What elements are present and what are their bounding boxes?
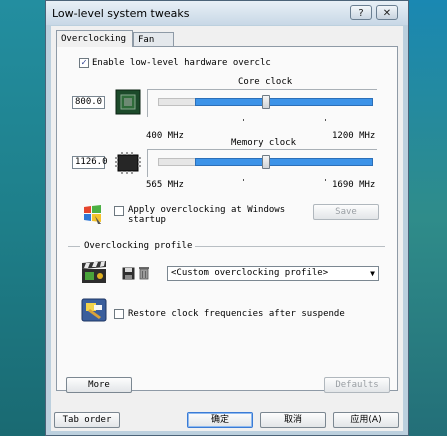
defaults-button[interactable]: Defaults — [324, 377, 390, 393]
save-button[interactable]: Save — [313, 204, 379, 220]
cancel-button[interactable]: 取消 — [260, 412, 326, 428]
more-button[interactable]: More — [66, 377, 132, 393]
enable-overclocking-label: Enable low-level hardware overclc — [92, 58, 271, 68]
profile-select-value: <Custom overclocking profile> — [171, 268, 329, 278]
apply-button[interactable]: 应用(A) — [333, 412, 399, 428]
memory-clock-value[interactable]: 1126.0 — [72, 156, 108, 169]
profile-group-line-right — [195, 246, 385, 247]
core-clock-min: 400 MHz — [146, 131, 184, 141]
enable-overclocking-checkbox[interactable]: ✓ — [79, 58, 89, 68]
close-button[interactable]: ✕ — [376, 5, 398, 20]
core-clock-max: 1200 MHz — [332, 131, 376, 141]
memory-clock-min: 565 MHz — [146, 180, 184, 190]
windows-logo-icon — [81, 202, 105, 229]
dialog-client-area: Overclocking Fan ✓ Enable low-level hard… — [51, 26, 403, 431]
tab-overclocking[interactable]: Overclocking — [56, 30, 133, 47]
profile-select[interactable]: <Custom overclocking profile> ▼ — [167, 266, 379, 281]
desktop-background-right — [408, 0, 447, 436]
profile-group-line-left — [68, 246, 80, 247]
memory-clock-title: Memory clock — [231, 138, 297, 148]
core-tick — [325, 119, 326, 121]
apply-at-startup-checkbox[interactable] — [114, 206, 124, 216]
suspend-restore-icon — [81, 297, 107, 326]
ok-button[interactable]: 确定 — [187, 412, 253, 428]
core-clock-track-fill — [195, 98, 373, 106]
profile-section-title: Overclocking profile — [84, 241, 193, 251]
memory-chip-icon — [115, 150, 141, 176]
core-tick — [243, 119, 244, 121]
save-profile-icon[interactable] — [122, 267, 135, 283]
memory-clock-slider-thumb[interactable] — [262, 155, 270, 169]
core-clock-value[interactable]: 800.0 — [72, 96, 105, 109]
memory-clock-slider-area — [147, 149, 377, 177]
restore-frequencies-label: Restore clock frequencies after suspende — [128, 309, 345, 319]
delete-profile-icon[interactable] — [138, 266, 150, 283]
tab-order-button[interactable]: Tab order — [54, 412, 120, 428]
chevron-down-icon: ▼ — [370, 269, 375, 278]
gpu-chip-icon — [115, 89, 141, 115]
tweaks-window: Low-level system tweaks ? ✕ Overclocking… — [45, 0, 409, 436]
memory-clock-track-fill — [195, 158, 373, 166]
help-button[interactable]: ? — [350, 5, 372, 20]
title-bar: Low-level system tweaks ? ✕ — [46, 1, 408, 25]
memory-tick — [243, 179, 244, 181]
restore-frequencies-checkbox[interactable] — [114, 309, 124, 319]
core-clock-slider-thumb[interactable] — [262, 95, 270, 109]
core-clock-slider-area — [147, 89, 377, 117]
memory-clock-max: 1690 MHz — [332, 180, 376, 190]
desktop-background-left — [0, 0, 47, 436]
tab-fan[interactable]: Fan — [133, 32, 174, 47]
apply-at-startup-label-line1: Apply overclocking at Windows — [128, 205, 286, 215]
core-clock-title: Core clock — [238, 77, 293, 87]
memory-tick — [325, 179, 326, 181]
window-title: Low-level system tweaks — [52, 7, 190, 20]
overclocking-panel: ✓ Enable low-level hardware overclc Core… — [56, 46, 398, 393]
clapperboard-icon — [80, 260, 108, 287]
apply-at-startup-label-line2: startup — [128, 215, 166, 225]
